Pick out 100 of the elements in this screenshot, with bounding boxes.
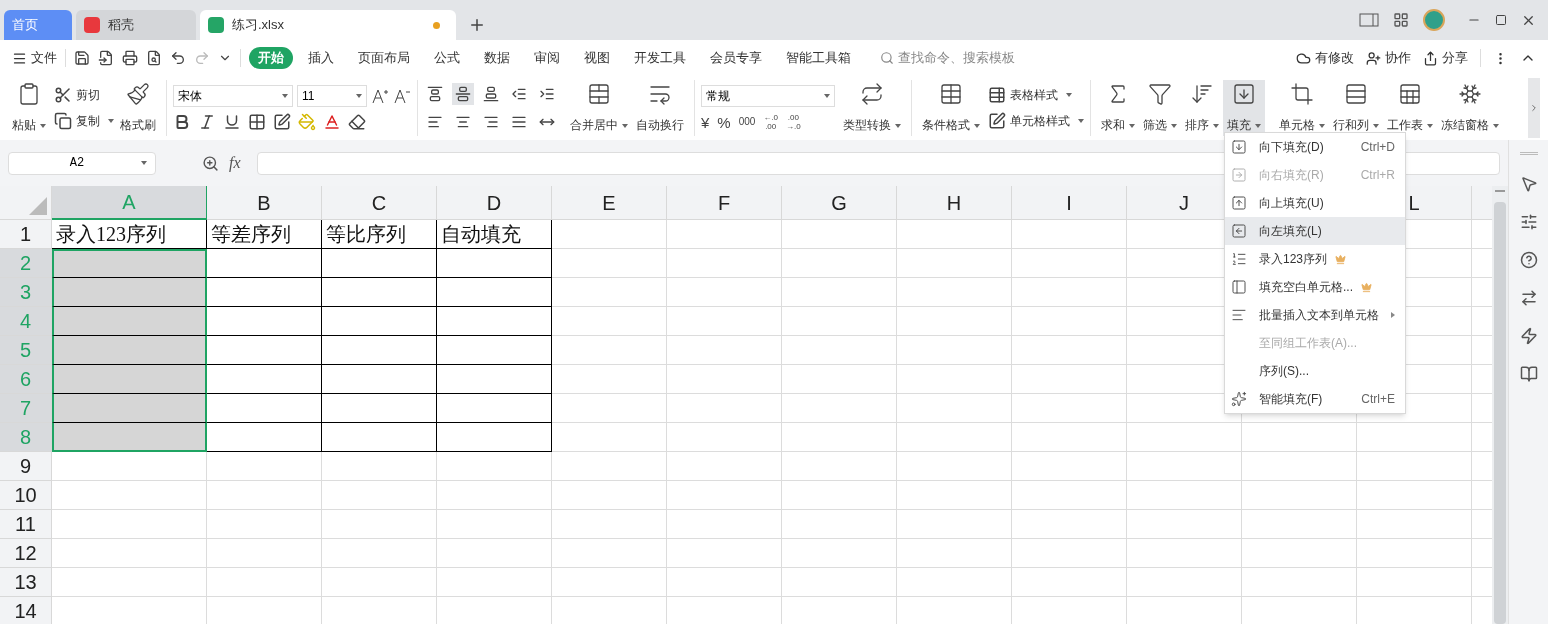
borders-icon[interactable] (248, 113, 266, 131)
ribbon-tab[interactable]: 视图 (575, 47, 619, 69)
ribbon-tool-button[interactable]: 填充 (1223, 80, 1265, 136)
number-format-field[interactable]: 常规 (701, 85, 835, 107)
avatar[interactable] (1423, 9, 1445, 31)
function-label[interactable]: fx (229, 151, 241, 175)
underline-icon[interactable] (223, 113, 241, 131)
menu-item[interactable]: 智能填充(F) Ctrl+E (1225, 385, 1405, 413)
font-name-field[interactable]: 宋体 (173, 85, 293, 107)
thousands-button[interactable]: 000 (738, 117, 756, 127)
wrap-text-button[interactable]: 自动换行 (632, 80, 688, 136)
file-menu[interactable]: 文件 (12, 48, 57, 68)
font-size-field[interactable]: 11 (297, 85, 367, 107)
ribbon-tab[interactable]: 公式 (425, 47, 469, 69)
arrow-right-box-icon (1231, 167, 1247, 183)
menu-item[interactable]: 向下填充(D) Ctrl+D (1225, 133, 1405, 161)
column-header[interactable]: C (322, 186, 437, 220)
save-icon[interactable] (74, 50, 90, 66)
row-header[interactable]: 14 (0, 597, 52, 624)
funnel-icon (1148, 82, 1172, 106)
format-painter-button[interactable]: 格式刷 (116, 80, 160, 136)
toolbar-action[interactable]: 协作 (1366, 48, 1411, 68)
undo-icon[interactable] (170, 50, 186, 66)
cell-style-button[interactable]: 单元格样式 (988, 112, 1084, 130)
paste-button[interactable]: 粘贴 (8, 80, 50, 136)
column-header[interactable]: I (1012, 186, 1127, 220)
panel-icon (1231, 279, 1247, 295)
vertical-scrollbar[interactable] (1492, 186, 1508, 624)
caret-icon (1493, 123, 1499, 128)
toolbar-action[interactable]: 有修改 (1296, 48, 1354, 68)
cut-button[interactable]: 剪切 (54, 86, 114, 104)
column-header[interactable]: G (782, 186, 897, 220)
ribbon-tool-button[interactable]: 筛选 (1139, 80, 1181, 136)
ribbon-tool-button[interactable]: 冻结窗格 (1437, 80, 1503, 136)
preview-icon[interactable] (146, 50, 162, 66)
sliders-icon[interactable] (1519, 213, 1538, 231)
book-icon[interactable] (1519, 365, 1538, 383)
zoom-icon[interactable] (202, 154, 219, 172)
italic-icon[interactable] (198, 113, 216, 131)
ribbon-tab[interactable]: 插入 (299, 47, 343, 69)
align-bottom-icon (483, 86, 499, 102)
print-icon[interactable] (122, 50, 138, 66)
layout-icon[interactable] (1359, 12, 1379, 28)
column-header[interactable]: H (897, 186, 1012, 220)
row-header[interactable]: 9 (0, 452, 52, 481)
font-color-icon[interactable] (323, 113, 341, 131)
ribbon-tab[interactable]: 数据 (475, 47, 519, 69)
ribbon-tab[interactable]: 审阅 (525, 47, 569, 69)
toolbar-action[interactable]: 分享 (1423, 48, 1468, 68)
lightning-icon[interactable] (1519, 327, 1538, 345)
maximize-icon[interactable] (1495, 14, 1507, 26)
row-header[interactable]: 1 (0, 220, 52, 249)
currency-button[interactable]: ¥ (701, 114, 710, 130)
ribbon-tab[interactable]: 页面布局 (349, 47, 419, 69)
conditional-format-button[interactable]: 条件格式 (918, 80, 984, 136)
column-header[interactable]: B (207, 186, 322, 220)
command-search[interactable]: 查找命令、搜索模板 (880, 48, 1038, 68)
table-style-button[interactable]: 表格样式 (988, 86, 1084, 104)
cell-pattern-icon[interactable] (273, 113, 291, 131)
decrease-decimal-button[interactable]: .00 →.0 (786, 113, 801, 131)
increase-decimal-button[interactable]: ←.0 .00 (763, 113, 779, 131)
export-icon[interactable] (98, 50, 114, 66)
menu-item[interactable]: 录入123序列 (1225, 245, 1405, 273)
ribbon-tab[interactable]: 智能工具箱 (777, 47, 860, 69)
transfer-icon[interactable] (1519, 289, 1538, 307)
row-header[interactable]: 13 (0, 568, 52, 597)
column-header[interactable]: E (552, 186, 667, 220)
document-tab[interactable]: 稻壳 (76, 10, 196, 40)
ribbon-tool-button[interactable]: 求和 (1097, 80, 1139, 136)
menu-item[interactable]: 序列(S)... (1225, 357, 1405, 385)
table-cell: 等比序列 (322, 220, 437, 249)
name-box[interactable]: A2 (8, 151, 156, 175)
increase-font-icon[interactable] (371, 87, 389, 105)
row-header[interactable]: 10 (0, 481, 52, 510)
menu-item[interactable]: 批量插入文本到单元格 (1225, 301, 1405, 329)
menu-item[interactable]: 向左填充(L) (1225, 217, 1405, 245)
help-icon[interactable] (1519, 251, 1538, 269)
decrease-font-icon[interactable] (393, 87, 411, 105)
justify-icon (511, 114, 527, 130)
copy-button[interactable]: 复制 (54, 112, 114, 130)
ribbon-tab[interactable]: 会员专享 (701, 47, 771, 69)
alignment-button[interactable] (452, 83, 474, 105)
menu-item[interactable]: 填充空白单元格... (1225, 273, 1405, 301)
column-header[interactable]: D (437, 186, 552, 220)
clear-icon[interactable] (348, 113, 366, 131)
ribbon-tool-button[interactable]: 排序 (1181, 80, 1223, 136)
document-tab[interactable]: 练习.xlsx (200, 10, 456, 40)
arrow-down-box-icon (1231, 139, 1247, 155)
row-header[interactable]: 11 (0, 510, 52, 539)
percent-button[interactable]: % (717, 114, 731, 130)
column-header[interactable]: F (667, 186, 782, 220)
apps-icon[interactable] (1393, 12, 1409, 28)
ribbon-tab[interactable]: 开发工具 (625, 47, 695, 69)
select-pointer-icon[interactable] (1519, 175, 1538, 193)
type-convert-button[interactable]: 类型转换 (839, 80, 905, 136)
new-tab-icon[interactable] (468, 16, 486, 34)
merge-center-button[interactable]: 合并居中 (566, 80, 632, 136)
cloud-icon (1296, 50, 1311, 66)
fill-color-icon[interactable] (298, 113, 316, 131)
row-header[interactable]: 12 (0, 539, 52, 568)
